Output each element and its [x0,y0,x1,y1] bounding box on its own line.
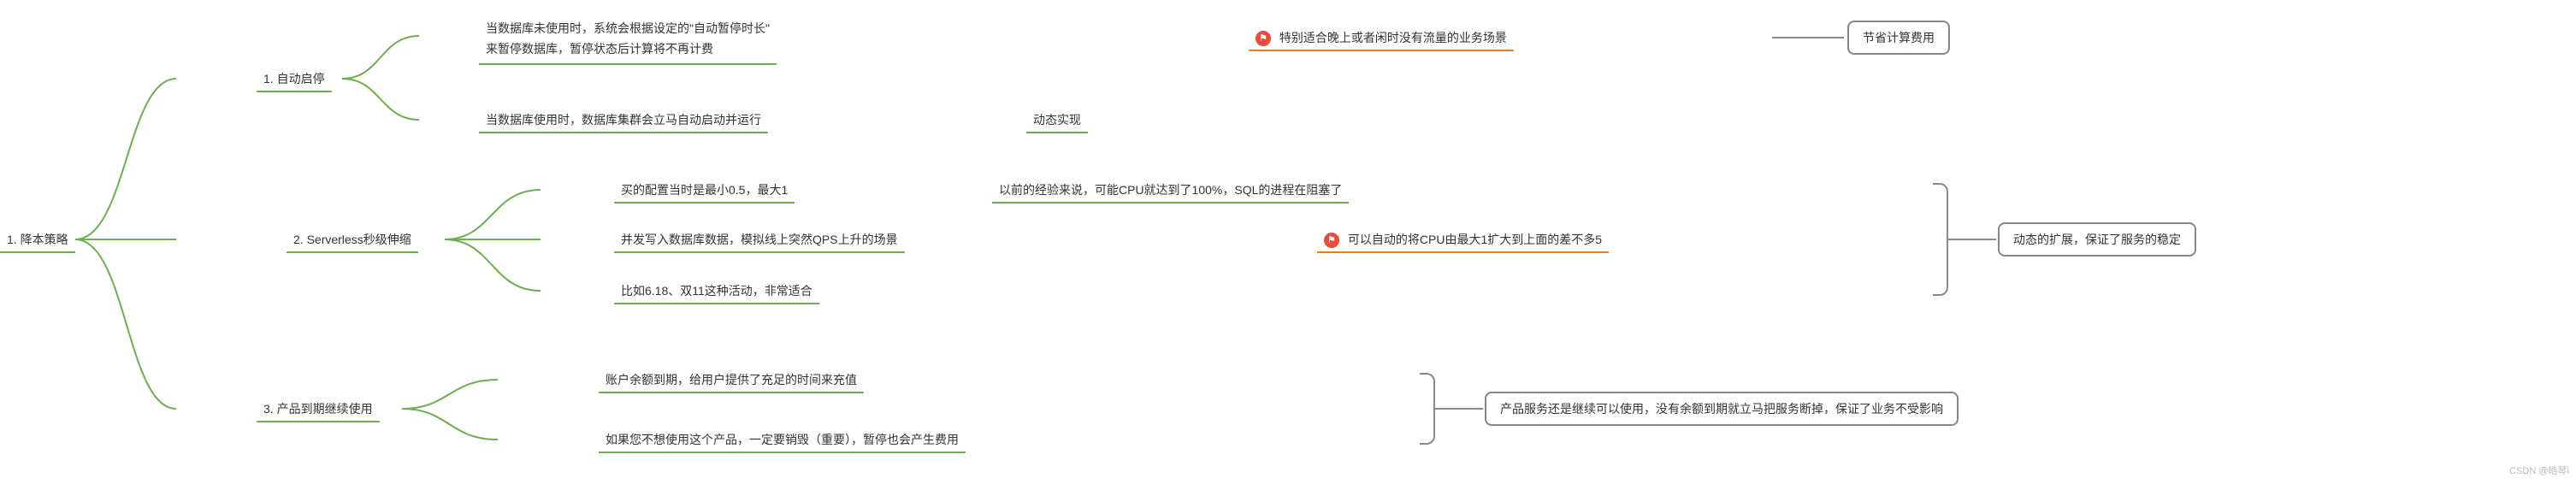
b1-c1-box-text: 节省计算费用 [1863,31,1935,44]
branch-1: 1. 自动启停 [257,67,332,92]
root-label: 1. 降本策略 [7,233,68,246]
branch-1-label: 1. 自动启停 [263,72,325,86]
branch-2: 2. Serverless秒级伸缩 [287,227,418,253]
b1-c1-line2: 来暂停数据库，暂停状态后计算将不再计费 [486,42,713,56]
b2-c2-note-text: 可以自动的将CPU由最大1扩大到上面的差不多5 [1348,233,1602,246]
b3-box: 产品服务还是继续可以使用，没有余额到期就立马把服务断掉，保证了业务不受影响 [1485,392,1959,426]
branch-3-label: 3. 产品到期继续使用 [263,402,373,416]
b2-c2-note: 可以自动的将CPU由最大1扩大到上面的差不多5 [1317,227,1609,253]
connector-b2-box [1948,238,2005,243]
b3-box-text: 产品服务还是继续可以使用，没有余额到期就立马把服务断掉，保证了业务不受影响 [1500,402,1943,416]
connector-b3 [402,376,573,462]
b2-box-text: 动态的扩展，保证了服务的稳定 [2013,233,2181,246]
b2-c1-tail-text: 以前的经验来说，可能CPU就达到了100%，SQL的进程在阻塞了 [999,183,1342,197]
b3-c1: 账户余额到期，给用户提供了充足的时间来充值 [599,368,864,393]
b3-c1-text: 账户余额到期，给用户提供了充足的时间来充值 [606,373,857,387]
root-node: 1. 降本策略 [0,227,75,253]
b1-c2-tail-text: 动态实现 [1033,113,1081,127]
b3-c2-text: 如果您不想使用这个产品，一定要销毁（重要），暂停也会产生费用 [606,433,959,446]
bracket-b2 [1933,183,1948,296]
b1-c1-note: 特别适合晚上或者闲时没有流量的业务场景 [1249,26,1514,51]
flag-icon [1256,31,1271,46]
b1-c1-line1: 当数据库未使用时，系统会根据设定的"自动暂停时长" [486,21,770,35]
flag-icon [1324,233,1339,248]
connector-root [75,68,281,428]
watermark: CSDN @皓琴i [2509,463,2569,477]
b1-c1-note-text: 特别适合晚上或者闲时没有流量的业务场景 [1279,31,1507,44]
bracket-b3 [1420,373,1435,445]
branch-3: 3. 产品到期继续使用 [257,397,380,422]
b1-c1: 当数据库未使用时，系统会根据设定的"自动暂停时长" 来暂停数据库，暂停状态后计算… [479,15,777,65]
b1-c1-box: 节省计算费用 [1847,21,1950,55]
connector-b2 [445,186,616,323]
b3-c2: 如果您不想使用这个产品，一定要销毁（重要），暂停也会产生费用 [599,428,966,453]
b1-c2-tail: 动态实现 [1026,108,1088,133]
b2-c1: 买的配置当时是最小0.5，最大1 [614,178,795,204]
b2-c3-text: 比如6.18、双11这种活动，非常适合 [621,284,812,298]
b2-c1-text: 买的配置当时是最小0.5，最大1 [621,183,788,197]
b2-box: 动态的扩展，保证了服务的稳定 [1998,222,2196,257]
connector-b3-box [1435,407,1492,412]
b2-c3: 比如6.18、双11这种活动，非常适合 [614,279,819,304]
watermark-text: CSDN @皓琴i [2509,466,2569,476]
b2-c2-text: 并发写入数据库数据，模拟线上突然QPS上升的场景 [621,233,898,246]
branch-2-label: 2. Serverless秒级伸缩 [293,233,411,246]
connector-b1 [342,32,496,135]
b2-c1-tail: 以前的经验来说，可能CPU就达到了100%，SQL的进程在阻塞了 [992,178,1349,204]
b1-c2: 当数据库使用时，数据库集群会立马自动启动并运行 [479,108,768,133]
b1-c2-text: 当数据库使用时，数据库集群会立马自动启动并运行 [486,113,761,127]
b2-c2: 并发写入数据库数据，模拟线上突然QPS上升的场景 [614,227,905,253]
